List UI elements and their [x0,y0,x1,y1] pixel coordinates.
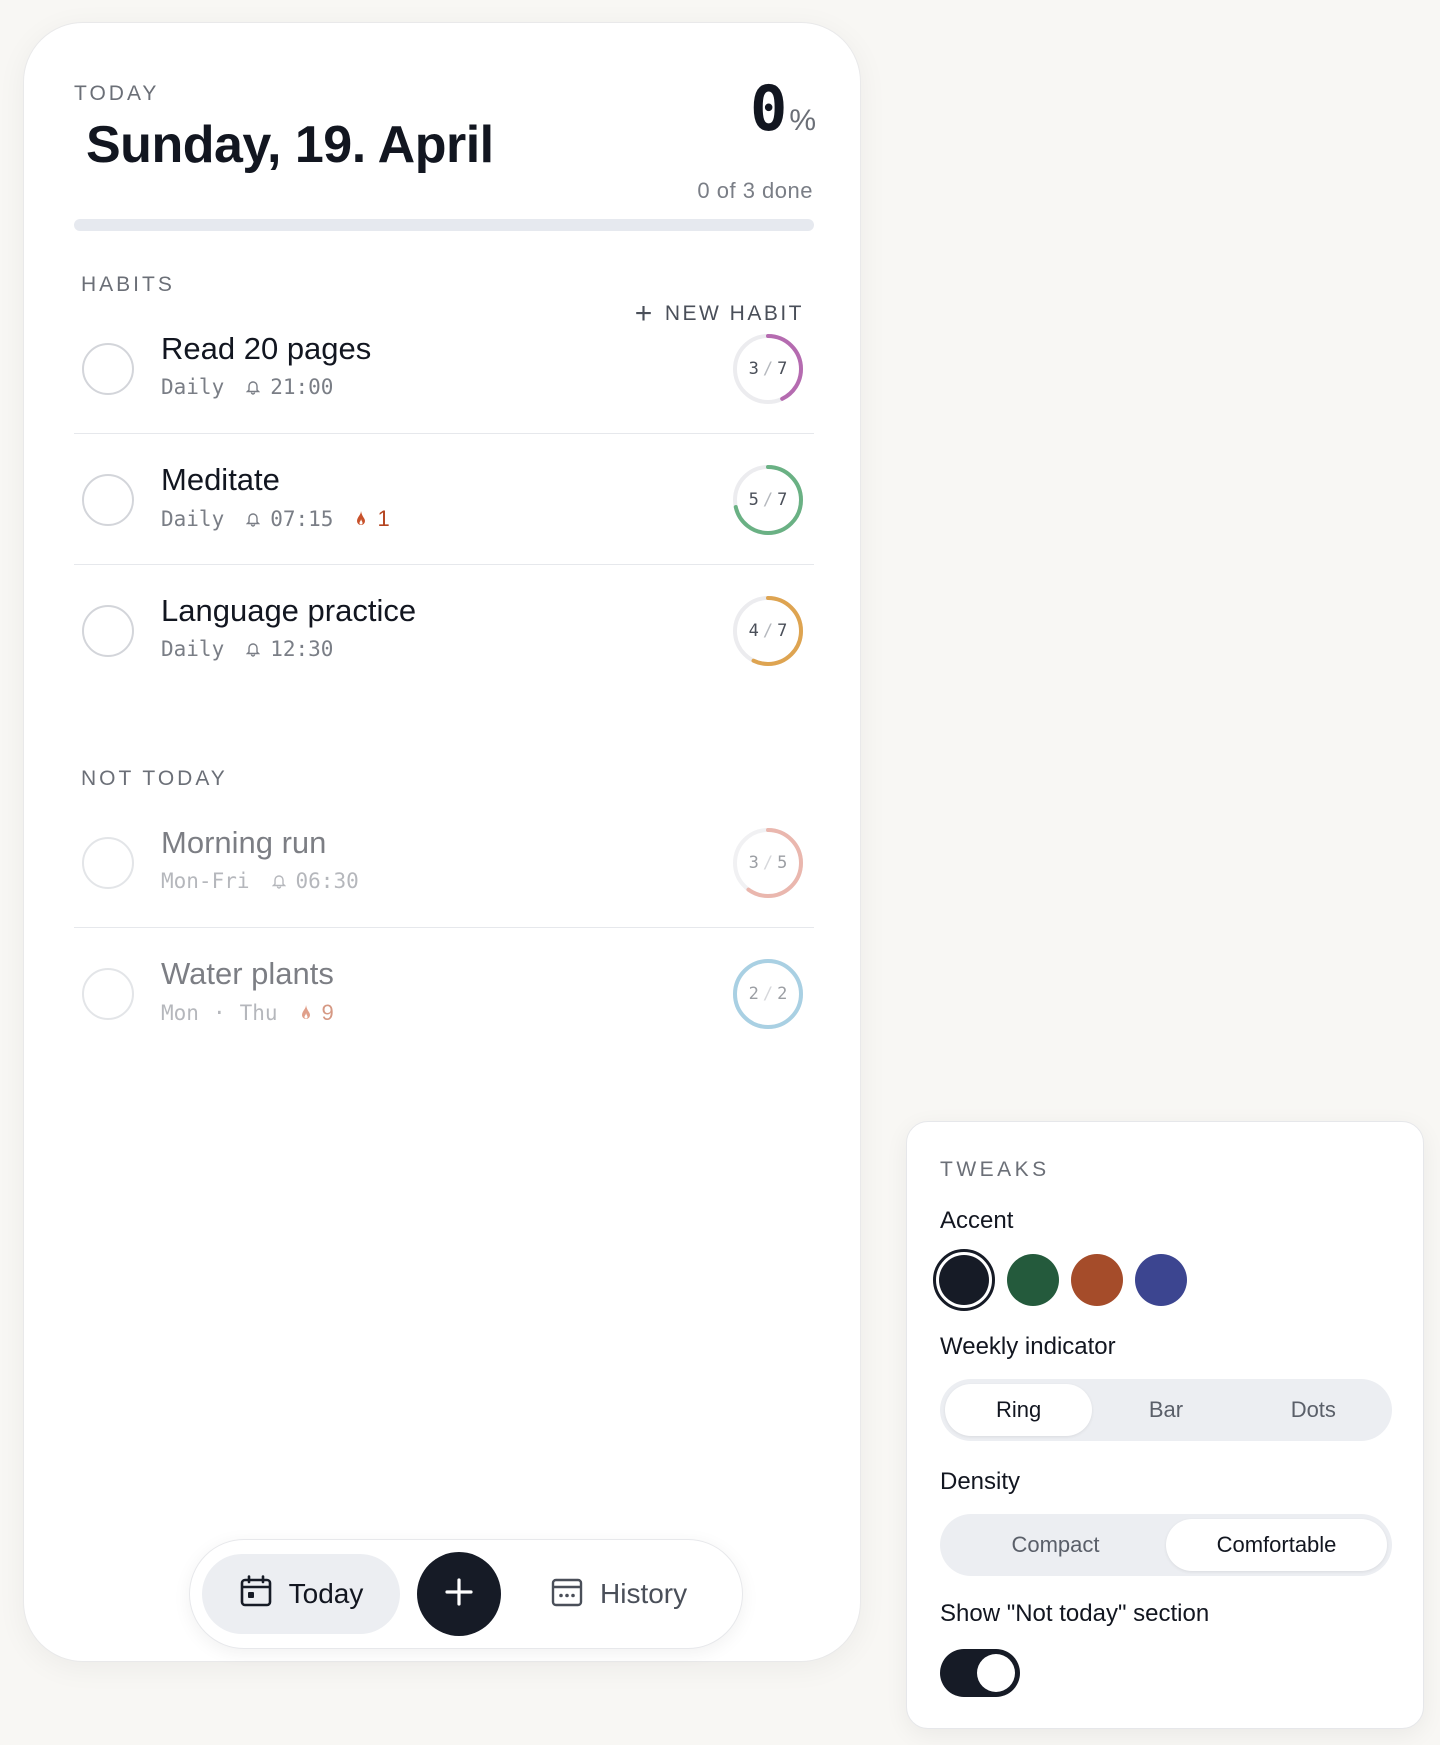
nav-today-tab[interactable]: Today [202,1554,400,1634]
habit-meta: Daily 21:00 [161,375,333,399]
habit-check-circle[interactable] [82,474,134,526]
habit-schedule: Daily [161,375,225,399]
habit-row[interactable]: Water plants Mon · Thu 9 2/2 [74,928,814,1059]
flame-icon [300,1004,312,1022]
accent-swatch-indigo[interactable] [1135,1254,1187,1306]
habit-meta: Daily 07:15 1 [161,506,390,532]
weekly-count: 4/7 [748,621,788,641]
nav-history-tab[interactable]: History [550,1554,687,1634]
add-habit-button[interactable] [417,1552,501,1636]
habit-name: Read 20 pages [161,331,372,366]
density-label: Density [940,1468,1021,1495]
bell-icon [271,873,286,889]
bell-icon [246,511,261,527]
weekly-option-bar[interactable]: Bar [1092,1384,1239,1436]
streak-count: 1 [377,506,390,531]
habit-schedule: Mon-Fri [161,869,250,893]
weekly-total: 7 [777,490,788,510]
bell-icon [246,641,261,657]
habit-name: Meditate [161,462,280,497]
habit-row[interactable]: Language practice Daily 12:30 4/7 [74,565,814,696]
habit-schedule: Daily [161,637,225,661]
percent-value: 0 [749,72,788,145]
accent-swatch-green[interactable] [1007,1254,1059,1306]
habit-meta: Mon-Fri 06:30 [161,869,359,893]
habit-reminder-time: 07:15 [270,507,334,531]
done-count: 0 of 3 done [697,178,813,203]
habit-check-circle[interactable] [82,343,134,395]
nav-history-label: History [600,1578,688,1609]
weekly-count: 3/7 [748,359,788,379]
habit-row[interactable]: Meditate Daily 07:15 1 5/7 [74,434,814,565]
bell-icon [246,379,261,395]
weekly-total: 5 [777,853,788,873]
tweaks-panel: TWEAKS Accent Weekly indicator Ring Bar … [906,1121,1424,1729]
weekly-done: 3 [748,359,759,379]
today-screen: TODAY Sunday, 19. April 0 % 0 of 3 done … [23,22,861,1662]
density-segmented: Compact Comfortable [940,1514,1392,1576]
habit-row[interactable]: Read 20 pages Daily 21:00 3/7 [74,303,814,434]
weekly-count: 3/5 [748,853,788,873]
density-option-comfortable[interactable]: Comfortable [1166,1519,1387,1571]
habit-row[interactable]: Morning run Mon-Fri 06:30 3/5 [74,797,814,928]
habit-reminder-time: 12:30 [270,637,334,661]
habit-name: Language practice [161,593,417,628]
weekly-indicator-segmented: Ring Bar Dots [940,1379,1392,1441]
plus-icon [443,1576,475,1613]
completion-percent: 0 % [750,78,816,140]
weekly-total: 7 [777,359,788,379]
habit-meta: Mon · Thu 9 [161,1000,334,1026]
bottom-nav: Today History [189,1539,743,1649]
nav-today-label: Today [288,1578,364,1609]
habit-schedule-day: Thu [239,1001,278,1025]
weekly-done: 2 [748,984,759,1004]
flame-icon [355,510,367,528]
weekly-count: 5/7 [748,490,788,510]
weekly-done: 4 [748,621,759,641]
weekly-indicator-label: Weekly indicator [940,1333,1116,1360]
weekly-total: 7 [777,621,788,641]
weekly-total: 2 [777,984,788,1004]
habit-schedule: Daily [161,507,225,531]
habit-check-circle[interactable] [82,605,134,657]
percent-sign: % [789,104,816,137]
habit-check-circle[interactable] [82,968,134,1020]
density-option-compact[interactable]: Compact [945,1519,1166,1571]
habit-meta: Daily 12:30 [161,637,333,661]
habit-reminder-time: 06:30 [295,869,359,893]
calendar-icon [239,1574,273,1615]
tweaks-title: TWEAKS [940,1158,1050,1181]
weekly-done: 5 [748,490,759,510]
weekly-done: 3 [748,853,759,873]
weekly-option-ring[interactable]: Ring [945,1384,1093,1436]
accent-swatch-rust[interactable] [1071,1254,1123,1306]
daily-progress-bar [74,219,814,231]
streak-count: 9 [321,1000,334,1025]
history-calendar-icon [550,1574,584,1615]
accent-swatch-dark[interactable] [933,1249,995,1311]
weekly-option-dots[interactable]: Dots [1240,1384,1387,1436]
page-title: Sunday, 19. April [86,116,494,174]
toggle-knob [977,1654,1015,1692]
schedule-separator: · [212,1001,226,1025]
not-today-toggle[interactable] [940,1649,1020,1697]
habit-schedule-day: Mon [161,1001,199,1025]
habit-reminder-time: 21:00 [270,375,334,399]
habit-name: Water plants [161,956,334,991]
accent-label: Accent [940,1207,1014,1234]
not-today-section-label: NOT TODAY [81,767,228,790]
habits-section-label: HABITS [81,273,175,296]
not-today-toggle-label: Show "Not today" section [940,1600,1210,1627]
today-label: TODAY [74,82,160,105]
weekly-count: 2/2 [748,984,788,1004]
habit-check-circle[interactable] [82,837,134,889]
accent-swatches [933,1249,1187,1311]
habit-name: Morning run [161,825,327,860]
